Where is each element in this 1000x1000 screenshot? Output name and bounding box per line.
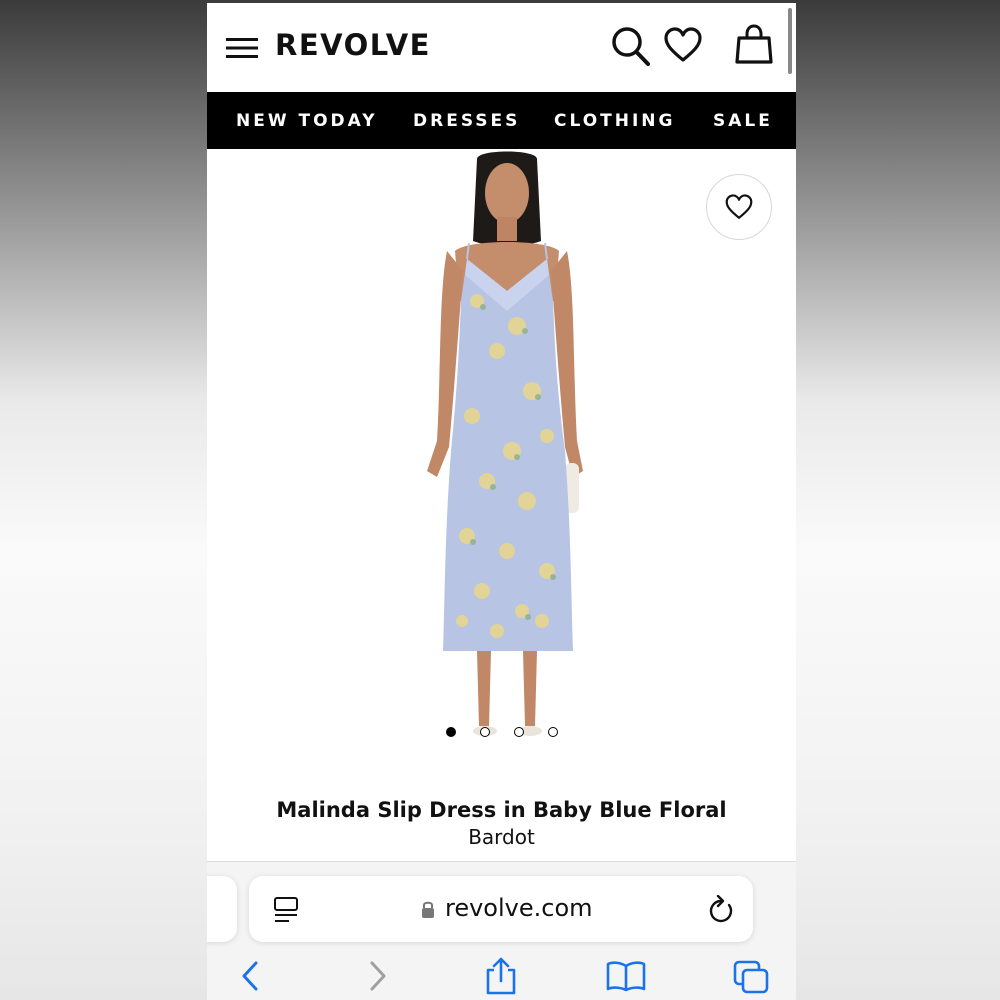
nav-new-today[interactable]: NEW TODAY: [236, 111, 378, 131]
product-image-carousel[interactable]: [207, 149, 796, 759]
reader-mode-icon[interactable]: [273, 896, 299, 924]
carousel-dot-3[interactable]: [513, 727, 524, 737]
brand-logo[interactable]: REVOLVE: [275, 28, 431, 62]
back-icon[interactable]: [239, 960, 261, 992]
site-header: REVOLVE: [207, 3, 796, 92]
menu-icon[interactable]: [226, 37, 258, 59]
browser-toolbar: revolve.com: [207, 861, 796, 1000]
product-photo: [427, 151, 583, 736]
heart-icon[interactable]: [664, 27, 702, 63]
lock-icon: [422, 901, 434, 918]
add-to-wishlist-button[interactable]: [706, 174, 772, 240]
nav-dresses[interactable]: DRESSES: [413, 111, 520, 131]
scroll-indicator: [788, 8, 792, 74]
carousel-dot-1[interactable]: [445, 727, 456, 737]
heart-icon: [725, 194, 753, 219]
bookmarks-icon[interactable]: [606, 960, 646, 992]
phone-screen: REVOLVE NEW TODAY DRESSES CLOTHING SALE: [207, 3, 796, 1000]
address-bar[interactable]: revolve.com: [249, 876, 753, 942]
carousel-dot-2[interactable]: [479, 727, 490, 737]
forward-icon[interactable]: [367, 960, 389, 992]
category-nav: NEW TODAY DRESSES CLOTHING SALE: [207, 92, 796, 149]
previous-tab-preview[interactable]: [207, 876, 237, 942]
carousel-dots: [207, 727, 796, 737]
nav-sale[interactable]: SALE: [713, 111, 773, 131]
product-title: Malinda Slip Dress in Baby Blue Floral: [276, 798, 727, 822]
search-icon[interactable]: [611, 25, 651, 67]
url-text[interactable]: revolve.com: [445, 894, 593, 922]
reload-icon[interactable]: [707, 895, 735, 925]
carousel-dot-4[interactable]: [547, 727, 558, 737]
nav-clothing[interactable]: CLOTHING: [554, 111, 675, 131]
bag-icon[interactable]: [735, 24, 773, 64]
product-brand[interactable]: Bardot: [207, 825, 796, 849]
share-icon[interactable]: [484, 956, 518, 996]
tabs-icon[interactable]: [733, 960, 769, 994]
